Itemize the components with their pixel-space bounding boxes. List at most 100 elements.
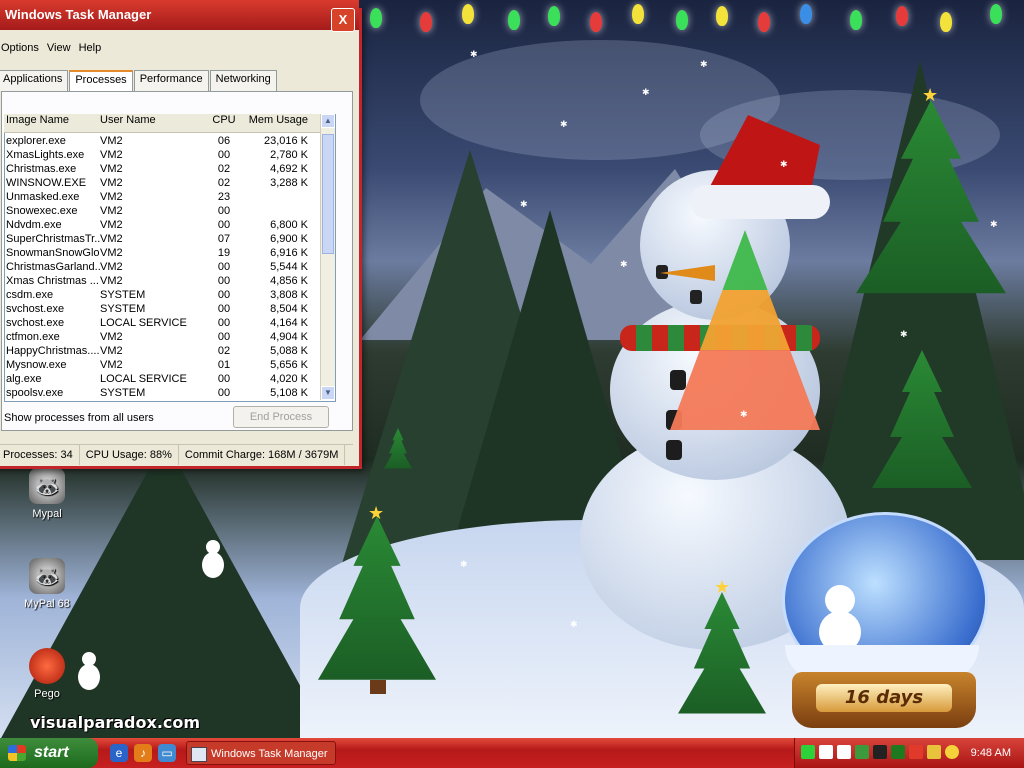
desktop-icon-pego[interactable]: Pego (12, 648, 82, 700)
scroll-thumb[interactable] (322, 134, 334, 254)
tray-globe-icon[interactable] (927, 745, 941, 759)
process-row[interactable]: ChristmasGarland... VM2 00 5,544 K (4, 260, 320, 274)
process-row[interactable]: Xmas Christmas ... VM2 00 4,856 K (4, 274, 320, 288)
process-row[interactable]: Snowexec.exe VM2 00 (4, 204, 320, 218)
tray-tree-icon[interactable] (855, 745, 869, 759)
process-row[interactable]: svchost.exe SYSTEM 00 8,504 K (4, 302, 320, 316)
process-user: VM2 (100, 191, 123, 203)
window-title[interactable]: Windows Task Manager (0, 0, 359, 30)
star-icon: ★ (368, 503, 385, 523)
taskbar-task-manager-button[interactable]: Windows Task Manager (186, 741, 336, 765)
desktop-icon-mypal-68[interactable]: 🦝 MyPal 68 (12, 558, 82, 610)
process-mem: 3,808 K (270, 289, 308, 301)
process-row[interactable]: SnowmanSnowGlo... VM2 19 6,916 K (4, 246, 320, 260)
star-icon: ★ (714, 577, 731, 597)
process-cpu: 00 (217, 317, 231, 329)
snowflake-icon: ✱ (620, 259, 628, 269)
column-header-mem-usage[interactable]: Mem Usage (242, 114, 308, 132)
process-row[interactable]: XmasLights.exe VM2 00 2,780 K (4, 148, 320, 162)
column-header-image-name[interactable]: Image Name (4, 114, 100, 132)
process-row[interactable]: HappyChristmas.... VM2 02 5,088 K (4, 344, 320, 358)
snowflake-icon: ✱ (780, 159, 788, 169)
clock[interactable]: 9:48 AM (971, 738, 1011, 768)
task-manager-window[interactable]: Windows Task Manager X Options View Help… (0, 0, 362, 469)
processes-panel: Image Name User Name CPU Mem Usage explo… (1, 91, 353, 431)
process-row[interactable]: ctfmon.exe VM2 00 4,904 K (4, 330, 320, 344)
scroll-down-icon[interactable]: ▼ (321, 386, 335, 400)
status-commit-charge: Commit Charge: 168M / 3679M (179, 445, 346, 465)
desktop-icon-mypal[interactable]: 🦝 Mypal (12, 468, 82, 520)
column-header-user-name[interactable]: User Name (100, 114, 206, 132)
process-row[interactable]: Mysnow.exe VM2 01 5,656 K (4, 358, 320, 372)
end-process-button[interactable]: End Process (233, 406, 329, 428)
process-name: Ndvdm.exe (6, 219, 62, 231)
process-row[interactable]: alg.exe LOCAL SERVICE 00 4,020 K (4, 372, 320, 386)
process-row[interactable]: svchost.exe LOCAL SERVICE 00 4,164 K (4, 316, 320, 330)
media-icon[interactable]: ♪ (134, 744, 152, 762)
snowflake-icon: ✱ (990, 219, 998, 229)
process-name: explorer.exe (6, 135, 66, 147)
show-all-users-checkbox[interactable]: Show processes from all users (4, 412, 154, 424)
snowflake-icon: ✱ (642, 87, 650, 97)
snowflake-icon: ✱ (900, 329, 908, 339)
tab-performance[interactable]: Performance (133, 70, 209, 91)
process-mem: 6,900 K (270, 233, 308, 245)
vertical-scrollbar[interactable]: ▲ ▼ (320, 114, 335, 400)
process-cpu: 00 (217, 387, 231, 399)
task-manager-icon (191, 747, 207, 762)
process-row[interactable]: Unmasked.exe VM2 23 (4, 190, 320, 204)
process-cpu: 00 (217, 275, 231, 287)
tray-lights-icon[interactable] (909, 745, 923, 759)
tray-green-icon[interactable] (801, 745, 815, 759)
desktop-icon-label: Pego (34, 688, 60, 700)
process-cpu: 02 (217, 177, 231, 189)
tray-search-icon[interactable] (945, 745, 959, 759)
status-cpu-usage: CPU Usage: 88% (80, 445, 179, 465)
process-mem: 4,904 K (270, 331, 308, 343)
menu-help[interactable]: Help (79, 42, 102, 60)
snowflake-icon: ✱ (740, 409, 748, 419)
process-user: VM2 (100, 149, 123, 161)
tray-dark-icon[interactable] (873, 745, 887, 759)
desktop-icon-label: Mypal (32, 508, 62, 520)
process-mem: 2,780 K (270, 149, 308, 161)
tab-networking[interactable]: Networking (209, 70, 277, 91)
close-button[interactable]: X (331, 8, 355, 32)
process-row[interactable]: Christmas.exe VM2 02 4,692 K (4, 162, 320, 176)
countdown-label: 16 days (816, 684, 952, 712)
process-row[interactable]: WINSNOW.EXE VM2 02 3,288 K (4, 176, 320, 190)
process-user: VM2 (100, 163, 123, 175)
process-name: Snowexec.exe (6, 205, 78, 217)
process-user: VM2 (100, 205, 123, 217)
process-name: Unmasked.exe (6, 191, 80, 203)
process-name: Christmas.exe (6, 163, 77, 175)
process-name: WINSNOW.EXE (6, 177, 87, 189)
process-mem (242, 204, 308, 218)
process-cpu: 00 (217, 205, 231, 217)
tray-wreath-icon[interactable] (891, 745, 905, 759)
start-button[interactable]: start (0, 738, 98, 768)
process-mem: 4,692 K (270, 163, 308, 175)
status-bar: Processes: 34 CPU Usage: 88% Commit Char… (0, 444, 353, 465)
process-row[interactable]: csdm.exe SYSTEM 00 3,808 K (4, 288, 320, 302)
process-list-header: Image Name User Name CPU Mem Usage (4, 114, 320, 133)
process-cpu: 00 (217, 149, 231, 161)
desktop-icon[interactable]: ▭ (158, 744, 176, 762)
tab-applications[interactable]: Applications (0, 70, 69, 91)
menu-options[interactable]: Options (1, 42, 39, 60)
process-user: SYSTEM (100, 289, 146, 301)
tray-snowflake-icon[interactable] (819, 745, 833, 759)
process-cpu: 00 (217, 331, 231, 343)
taskbar: start e ♪ ▭ Windows Task Manager 9:48 AM (0, 738, 1024, 768)
scroll-up-icon[interactable]: ▲ (321, 114, 335, 128)
tray-snowflake-icon[interactable] (837, 745, 851, 759)
raccoon-icon: 🦝 (29, 468, 65, 504)
process-row[interactable]: explorer.exe VM2 06 23,016 K (4, 134, 320, 148)
process-row[interactable]: Ndvdm.exe VM2 00 6,800 K (4, 218, 320, 232)
process-mem: 6,800 K (270, 219, 308, 231)
column-header-cpu[interactable]: CPU (206, 114, 242, 132)
menu-view[interactable]: View (47, 42, 71, 60)
ie-icon[interactable]: e (110, 744, 128, 762)
process-row[interactable]: spoolsv.exe SYSTEM 00 5,108 K (4, 386, 320, 400)
process-row[interactable]: SuperChristmasTr... VM2 07 6,900 K (4, 232, 320, 246)
